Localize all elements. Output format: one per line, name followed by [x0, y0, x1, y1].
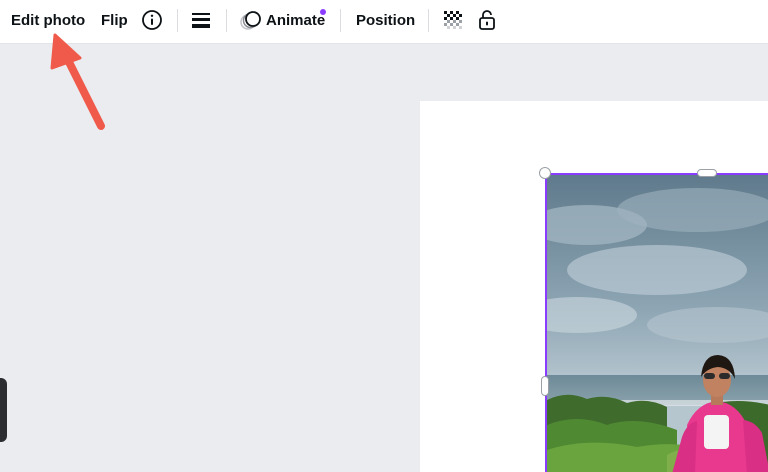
annotation-arrow: [50, 33, 105, 130]
